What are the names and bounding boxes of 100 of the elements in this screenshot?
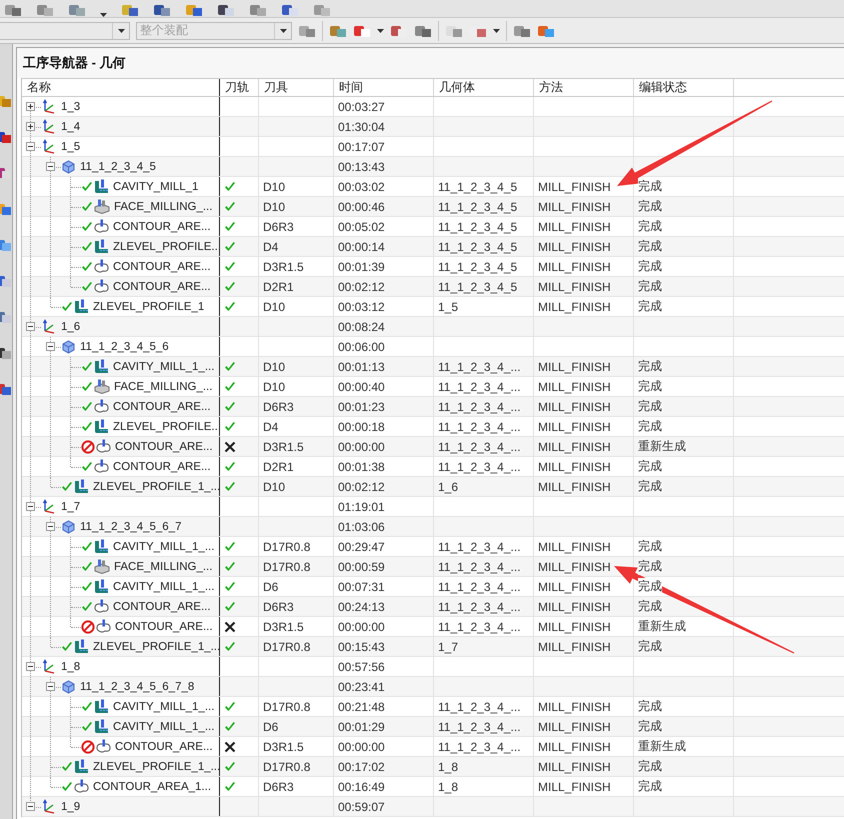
- node-name[interactable]: CAVITY_MILL_1_...: [113, 577, 214, 596]
- node-name[interactable]: ZLEVEL_PROFILE_1: [93, 297, 204, 316]
- node-name[interactable]: CONTOUR_AREA_1...: [93, 777, 212, 796]
- face-mill-icon: [94, 379, 110, 394]
- geometry-cell: 11_1_2_3_4_...: [438, 740, 521, 754]
- caret-icon[interactable]: [493, 28, 500, 32]
- column-header[interactable]: 名称: [22, 79, 220, 96]
- geometry-cell: 11_1_2_3_4_...: [438, 620, 521, 634]
- node-name[interactable]: 11_1_2_3_4_5_6_7_8: [80, 677, 194, 696]
- node-name[interactable]: CONTOUR_ARE...: [113, 397, 211, 416]
- node-name[interactable]: 1_4: [61, 117, 80, 136]
- zlevel-profile-icon: [74, 479, 89, 494]
- node-name[interactable]: 11_1_2_3_4_5_6_7: [80, 517, 182, 536]
- tree-toggle[interactable]: [26, 122, 35, 131]
- face-mill-icon: [94, 559, 110, 574]
- node-name[interactable]: ZLEVEL_PROFILE_1_...: [93, 637, 219, 656]
- node-name[interactable]: ZLEVEL_PROFILE...: [113, 417, 219, 436]
- node-name[interactable]: CAVITY_MILL_1_...: [113, 697, 214, 716]
- node-name[interactable]: ZLEVEL_PROFILE_1_...: [93, 477, 219, 496]
- geometry-cell: 11_1_2_3_4_5: [438, 260, 518, 274]
- tool-cell: D17R0.8: [263, 540, 310, 554]
- tree-toggle[interactable]: [26, 502, 35, 511]
- node-name[interactable]: 1_9: [61, 797, 80, 816]
- node-name[interactable]: 1_3: [61, 97, 80, 116]
- node-name[interactable]: 11_1_2_3_4_5: [80, 157, 156, 176]
- node-name[interactable]: CONTOUR_ARE...: [113, 597, 211, 616]
- column-header[interactable]: 几何体: [434, 79, 534, 96]
- check-icon: [224, 720, 236, 732]
- node-name[interactable]: CAVITY_MILL_1_...: [113, 717, 214, 736]
- node-name[interactable]: CAVITY_MILL_1_...: [113, 357, 214, 376]
- tree-toggle[interactable]: [26, 102, 35, 111]
- tree-toggle[interactable]: [26, 142, 35, 151]
- minus-icon: [47, 343, 54, 350]
- tree-toggle[interactable]: [26, 322, 35, 331]
- tool-cell: D10: [263, 480, 286, 494]
- time-cell: 00:00:14: [338, 240, 385, 254]
- column-header[interactable]: 刀具: [259, 79, 334, 96]
- time-cell: 00:01:23: [338, 400, 385, 414]
- node-name[interactable]: FACE_MILLING_...: [114, 377, 212, 396]
- edit-status-cell: 完成: [638, 578, 662, 595]
- axes-icon: [41, 138, 57, 154]
- check-icon: [224, 180, 236, 192]
- face-mill-icon: [94, 199, 110, 214]
- tree-toggle[interactable]: [26, 802, 35, 811]
- column-header[interactable]: 编辑状态: [634, 79, 734, 96]
- axes-icon: [41, 798, 57, 814]
- node-name[interactable]: 11_1_2_3_4_5_6: [80, 337, 169, 356]
- geometry-cell: 1_8: [438, 780, 458, 794]
- tool-cell: D6R3: [263, 400, 294, 414]
- tool-cell: D6R3: [263, 220, 294, 234]
- tree-toggle[interactable]: [26, 662, 35, 671]
- edit-status-cell: 完成: [638, 558, 662, 575]
- node-name[interactable]: ZLEVEL_PROFILE...: [113, 237, 219, 256]
- tool-cell: D17R0.8: [263, 760, 310, 774]
- geometry-cell: 11_1_2_3_4_...: [438, 540, 521, 554]
- time-cell: 00:00:00: [338, 740, 385, 754]
- check-icon: [224, 580, 236, 592]
- tree-toggle[interactable]: [46, 162, 55, 171]
- node-name[interactable]: CAVITY_MILL_1_...: [113, 537, 214, 556]
- check-icon: [224, 640, 236, 652]
- node-name[interactable]: 1_6: [61, 317, 80, 336]
- tool-cell: D10: [263, 200, 286, 214]
- method-cell: MILL_FINISH: [538, 240, 611, 254]
- tree-toggle[interactable]: [46, 342, 55, 351]
- node-name[interactable]: CONTOUR_ARE...: [115, 437, 213, 456]
- tree-toggle[interactable]: [46, 682, 55, 691]
- node-name[interactable]: CONTOUR_ARE...: [115, 737, 213, 756]
- time-cell: 00:03:12: [338, 300, 385, 314]
- node-name[interactable]: 1_8: [61, 657, 80, 676]
- node-name[interactable]: CAVITY_MILL_1: [113, 177, 198, 196]
- geometry-cell: 1_7: [438, 640, 458, 654]
- node-name[interactable]: CONTOUR_ARE...: [113, 257, 211, 276]
- cavity-mill-icon: [94, 539, 109, 554]
- method-cell: MILL_FINISH: [538, 400, 611, 414]
- tool-cell: D6: [263, 580, 278, 594]
- method-cell: MILL_FINISH: [538, 440, 611, 454]
- geometry-cell: 11_1_2_3_4_...: [438, 460, 521, 474]
- caret-icon[interactable]: [118, 28, 124, 32]
- node-name[interactable]: FACE_MILLING_...: [114, 557, 212, 576]
- time-cell: 00:23:41: [338, 680, 385, 694]
- column-header[interactable]: 时间: [334, 79, 434, 96]
- column-header[interactable]: 刀轨: [220, 79, 259, 96]
- node-name[interactable]: ZLEVEL_PROFILE_1_...: [93, 757, 219, 776]
- check-icon: [224, 220, 236, 232]
- caret-icon[interactable]: [377, 28, 384, 32]
- node-name[interactable]: FACE_MILLING_...: [114, 197, 212, 216]
- zlevel-profile-icon: [94, 239, 109, 254]
- column-header[interactable]: 方法: [534, 79, 634, 96]
- node-name[interactable]: CONTOUR_ARE...: [113, 277, 211, 296]
- tool-cell: D10: [263, 360, 286, 374]
- time-cell: 00:13:43: [338, 160, 385, 174]
- node-name[interactable]: CONTOUR_ARE...: [115, 617, 213, 636]
- node-name[interactable]: 1_5: [61, 137, 80, 156]
- node-name[interactable]: 1_7: [61, 497, 80, 516]
- tool-cell: D2R1: [263, 280, 294, 294]
- node-name[interactable]: CONTOUR_ARE...: [113, 217, 211, 236]
- tree-toggle[interactable]: [46, 522, 55, 531]
- node-name[interactable]: CONTOUR_ARE...: [113, 457, 211, 476]
- time-cell: 00:17:02: [338, 760, 385, 774]
- check-icon: [224, 420, 236, 432]
